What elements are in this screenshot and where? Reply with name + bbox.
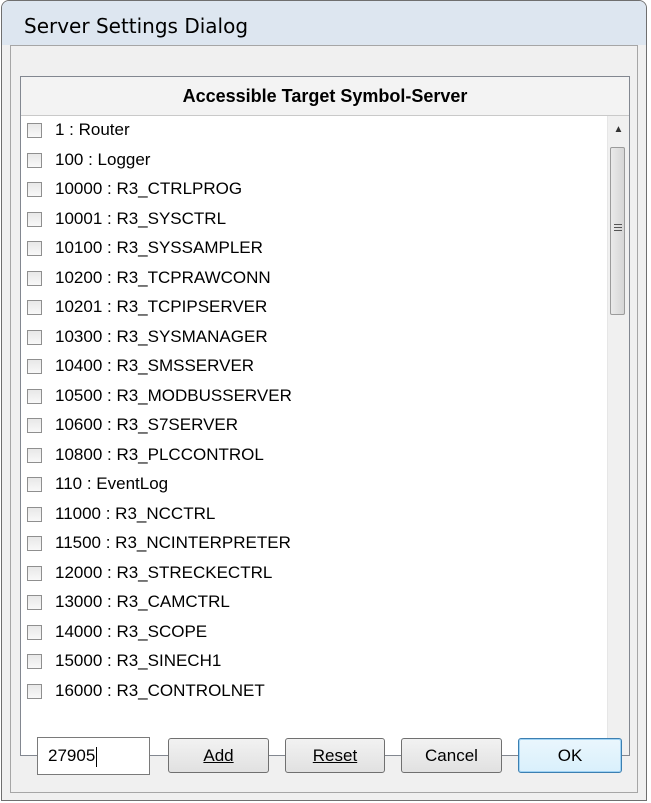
list-item[interactable]: 100 : Logger xyxy=(21,146,607,176)
grip-icon xyxy=(614,224,622,233)
item-label: 10001 : R3_SYSCTRL xyxy=(55,208,227,228)
item-checkbox[interactable] xyxy=(27,123,42,138)
cancel-button[interactable]: Cancel xyxy=(401,738,502,773)
list-item[interactable]: 110 : EventLog xyxy=(21,470,607,500)
item-checkbox[interactable] xyxy=(27,683,42,699)
add-button[interactable]: Add xyxy=(168,738,269,773)
text-caret xyxy=(96,746,98,767)
item-label: 100 : Logger xyxy=(55,149,151,169)
item-label: 1 : Router xyxy=(55,120,130,139)
list-item[interactable]: 10201 : R3_TCPIPSERVER xyxy=(21,293,607,323)
list-item[interactable]: 1 : Router xyxy=(21,116,607,146)
item-label: 16000 : R3_CONTROLNET xyxy=(55,680,265,700)
item-label: 10200 : R3_TCPRAWCONN xyxy=(55,267,271,287)
port-input[interactable]: 27905 xyxy=(37,737,150,775)
list-item[interactable]: 10100 : R3_SYSSAMPLER xyxy=(21,234,607,264)
item-checkbox[interactable] xyxy=(27,152,42,168)
list-item[interactable]: 11000 : R3_NCCTRL xyxy=(21,500,607,530)
item-checkbox[interactable] xyxy=(27,182,42,197)
ok-button[interactable]: OK xyxy=(518,738,622,773)
server-settings-dialog: Server Settings Dialog Accessible Target… xyxy=(1,0,647,801)
list-item[interactable]: 12000 : R3_STRECKECTRL xyxy=(21,559,607,589)
item-checkbox[interactable] xyxy=(27,300,42,315)
item-label: 11000 : R3_NCCTRL xyxy=(55,503,216,523)
item-label: 14000 : R3_SCOPE xyxy=(55,621,208,641)
list-item[interactable]: 10800 : R3_PLCCONTROL xyxy=(21,441,607,471)
list-item[interactable]: 10500 : R3_MODBUSSERVER xyxy=(21,382,607,412)
item-checkbox[interactable] xyxy=(27,624,42,640)
list-item[interactable]: 10200 : R3_TCPRAWCONN xyxy=(21,264,607,294)
item-checkbox[interactable] xyxy=(27,241,42,256)
item-checkbox[interactable] xyxy=(27,359,42,374)
list-item[interactable]: 15000 : R3_SINECH1 xyxy=(21,647,607,677)
ok-button-label: OK xyxy=(557,745,583,765)
item-checkbox[interactable] xyxy=(27,477,42,492)
item-label: 11500 : R3_NCINTERPRETER xyxy=(55,533,291,552)
item-label: 12000 : R3_STRECKECTRL xyxy=(55,562,273,582)
list-item[interactable]: 13000 : R3_CAMCTRL xyxy=(21,588,607,618)
symbol-server-list: Accessible Target Symbol-Server 1 : Rout… xyxy=(20,76,630,756)
item-checkbox[interactable] xyxy=(27,654,42,669)
list-item[interactable]: 10000 : R3_CTRLPROG xyxy=(21,175,607,205)
scroll-up-arrow-icon[interactable]: ▲ xyxy=(608,118,629,140)
item-checkbox[interactable] xyxy=(27,388,42,404)
item-label: 10000 : R3_CTRLPROG xyxy=(55,179,243,198)
dialog-content: Accessible Target Symbol-Server 1 : Rout… xyxy=(10,45,638,793)
item-checkbox[interactable] xyxy=(27,329,42,345)
reset-button[interactable]: Reset xyxy=(285,738,385,773)
vertical-scrollbar[interactable]: ▲ ▼ xyxy=(607,116,629,755)
list-item[interactable]: 11500 : R3_NCINTERPRETER xyxy=(21,529,607,559)
cancel-button-label: Cancel xyxy=(425,745,478,765)
list-item[interactable]: 10600 : R3_S7SERVER xyxy=(21,411,607,441)
item-checkbox[interactable] xyxy=(27,418,42,433)
item-label: 10201 : R3_TCPIPSERVER xyxy=(55,297,268,316)
list-item[interactable]: 10400 : R3_SMSSERVER xyxy=(21,352,607,382)
item-checkbox[interactable] xyxy=(27,536,42,551)
port-input-value: 27905 xyxy=(48,746,96,765)
item-label: 110 : EventLog xyxy=(55,474,169,493)
item-label: 10800 : R3_PLCCONTROL xyxy=(55,444,264,464)
list-item[interactable]: 10001 : R3_SYSCTRL xyxy=(21,205,607,235)
list-item[interactable]: 16000 : R3_CONTROLNET xyxy=(21,677,607,707)
item-checkbox[interactable] xyxy=(27,565,42,581)
item-checkbox[interactable] xyxy=(27,270,42,286)
reset-button-label: Reset xyxy=(312,745,358,765)
item-checkbox[interactable] xyxy=(27,447,42,463)
list-header: Accessible Target Symbol-Server xyxy=(21,77,629,116)
item-label: 13000 : R3_CAMCTRL xyxy=(55,592,230,611)
list-item[interactable]: 14000 : R3_SCOPE xyxy=(21,618,607,648)
dialog-title: Server Settings Dialog xyxy=(24,14,249,38)
item-checkbox[interactable] xyxy=(27,595,42,610)
title-bar[interactable]: Server Settings Dialog xyxy=(2,1,646,45)
item-label: 10300 : R3_SYSMANAGER xyxy=(55,326,268,346)
item-label: 10500 : R3_MODBUSSERVER xyxy=(55,385,292,405)
item-label: 10600 : R3_S7SERVER xyxy=(55,415,239,434)
add-button-label: Add xyxy=(203,745,234,765)
item-checkbox[interactable] xyxy=(27,506,42,522)
item-label: 15000 : R3_SINECH1 xyxy=(55,651,222,670)
scroll-thumb[interactable] xyxy=(610,147,625,315)
list-item[interactable]: 10300 : R3_SYSMANAGER xyxy=(21,323,607,353)
item-label: 10100 : R3_SYSSAMPLER xyxy=(55,238,263,257)
item-label: 10400 : R3_SMSSERVER xyxy=(55,356,255,375)
item-checkbox[interactable] xyxy=(27,211,42,227)
list-viewport: 1 : Router 100 : Logger 10000 : R3_CTRLPRO… xyxy=(21,116,607,755)
